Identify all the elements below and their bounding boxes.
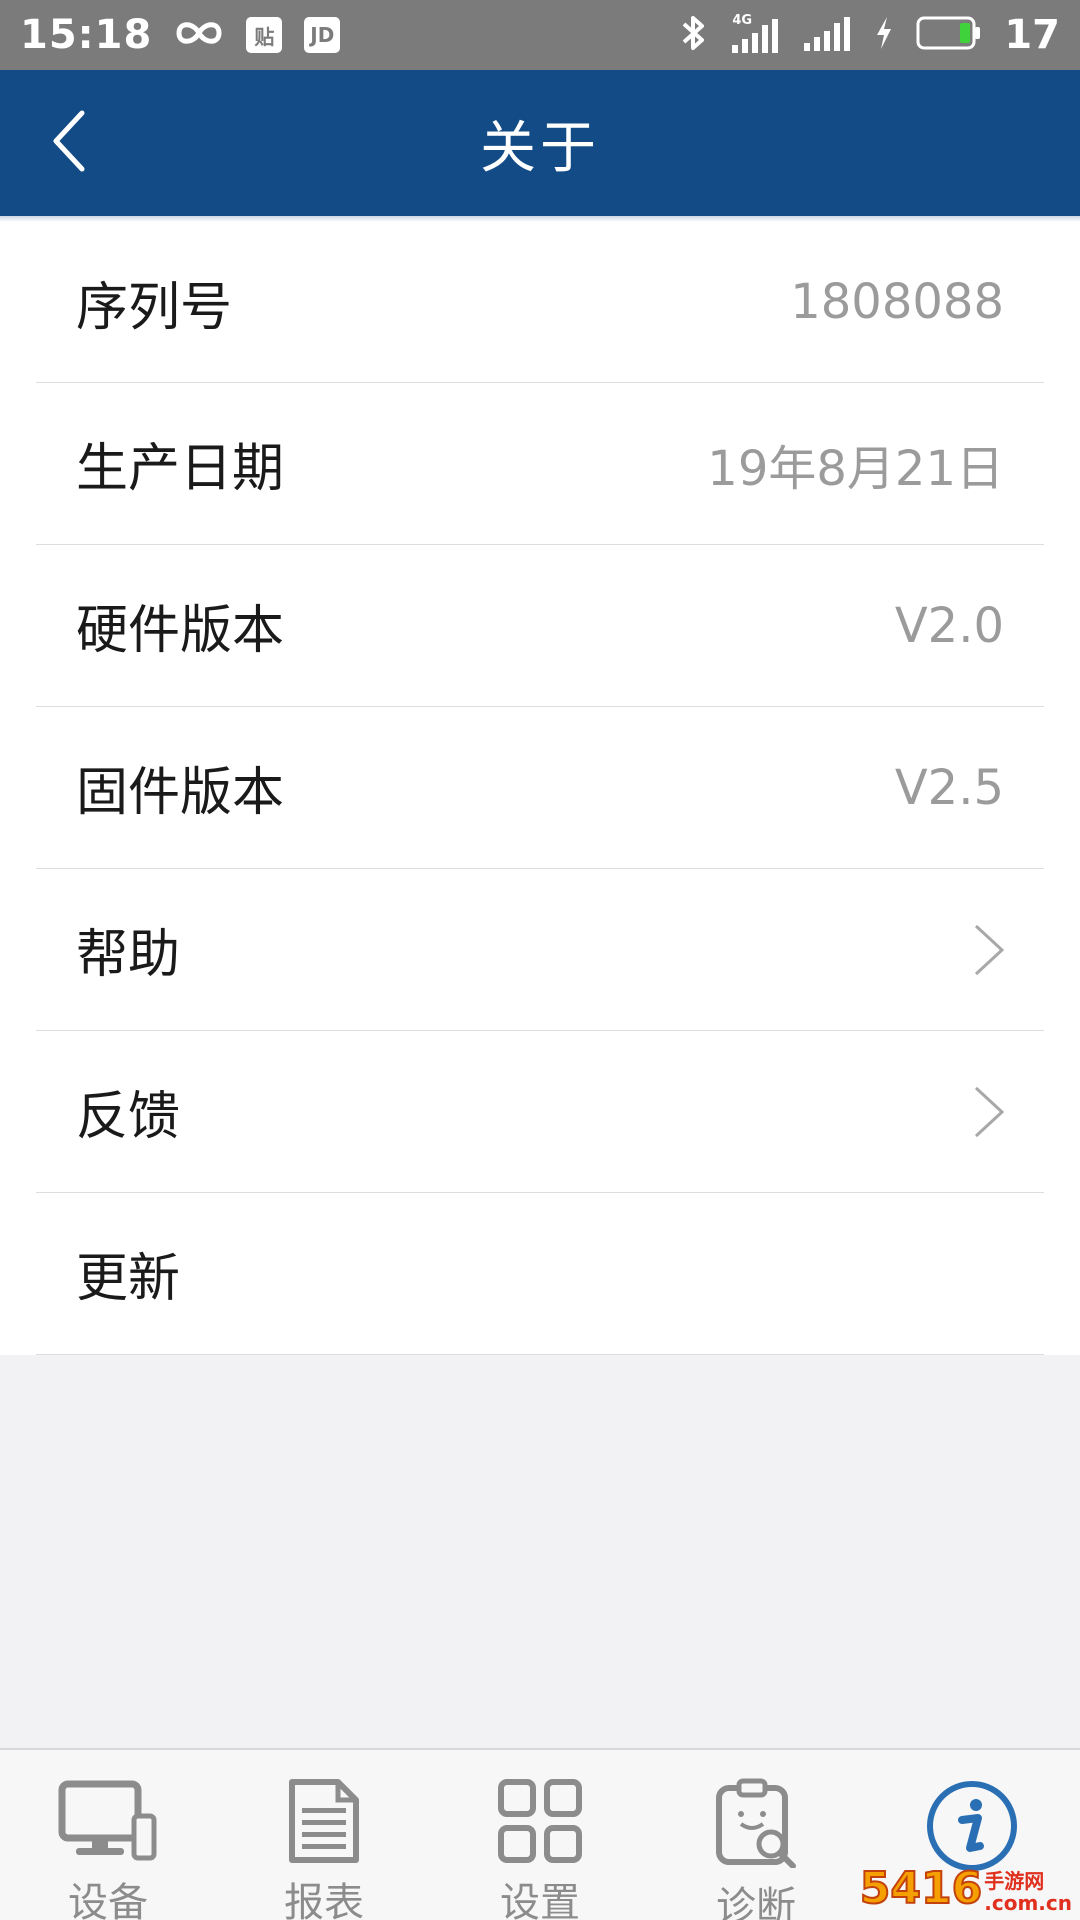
chevron-right-icon: [972, 922, 1044, 978]
page-title: 关于: [480, 115, 600, 181]
row-help[interactable]: 帮助: [36, 869, 1044, 1031]
device-icon: [58, 1778, 158, 1864]
about-screen: 15:18 贴 JD 4G 17 关于 序列号 1808088 生产日期 19年…: [0, 0, 1080, 1920]
signal-4g-icon: 4G: [730, 13, 780, 55]
row-value: 19年8月21日: [707, 440, 1004, 497]
watermark-sub-top: 手游网: [984, 1869, 1045, 1893]
battery-level: 17: [1004, 12, 1060, 58]
row-label: 反馈: [76, 1087, 181, 1147]
row-value: V2.5: [894, 759, 1004, 816]
row-serial-number: 序列号 1808088: [36, 222, 1044, 383]
row-label: 更新: [76, 1249, 181, 1309]
battery-icon: [916, 15, 982, 55]
chevron-left-icon: [50, 109, 90, 177]
nav-item-diagnosis[interactable]: 诊断: [648, 1750, 864, 1920]
row-firmware-version: 固件版本 V2.5: [36, 707, 1044, 869]
nav-label: 诊断: [716, 1884, 796, 1920]
row-label: 生产日期: [76, 439, 285, 499]
status-right: 4G 17: [678, 12, 1060, 58]
site-watermark: 5416 手游网 .com.cn: [859, 1862, 1072, 1915]
app-header: 关于: [0, 70, 1080, 216]
signal-icon: [802, 13, 852, 57]
about-list: 序列号 1808088 生产日期 19年8月21日 硬件版本 V2.0 固件版本…: [0, 222, 1080, 1355]
nav-item-device[interactable]: 设备: [0, 1750, 216, 1920]
nav-label: 报表: [284, 1880, 364, 1920]
status-left: 15:18 贴 JD: [20, 12, 341, 58]
jd-icon: JD: [304, 17, 341, 53]
grid-settings-icon: [497, 1778, 583, 1864]
row-feedback[interactable]: 反馈: [36, 1031, 1044, 1193]
nav-item-report[interactable]: 报表: [216, 1750, 432, 1920]
row-label: 硬件版本: [76, 601, 285, 661]
report-icon: [286, 1778, 362, 1864]
tieba-icon: 贴: [246, 17, 283, 53]
status-bar: 15:18 贴 JD 4G 17: [0, 0, 1080, 70]
chevron-right-icon: [972, 1084, 1044, 1140]
nav-label: 设备: [68, 1880, 148, 1920]
infinity-icon: [174, 18, 224, 52]
watermark-text: 手游网 .com.cn: [984, 1870, 1072, 1914]
charging-icon: [874, 15, 894, 55]
row-hardware-version: 硬件版本 V2.0: [36, 545, 1044, 707]
row-production-date: 生产日期 19年8月21日: [36, 383, 1044, 545]
row-label: 帮助: [76, 925, 181, 985]
row-value: 1808088: [790, 274, 1004, 330]
row-label: 固件版本: [76, 763, 285, 823]
diagnosis-icon: [713, 1778, 799, 1868]
info-icon: [924, 1778, 1020, 1874]
row-label: 序列号: [76, 277, 233, 338]
nav-item-settings[interactable]: 设置: [432, 1750, 648, 1920]
watermark-sub-bottom: .com.cn: [984, 1891, 1072, 1915]
back-button[interactable]: [30, 100, 110, 186]
nav-label: 设置: [500, 1880, 580, 1920]
row-update[interactable]: 更新: [36, 1193, 1044, 1355]
status-time: 15:18: [20, 12, 153, 58]
bluetooth-icon: [678, 13, 708, 57]
watermark-number: 5416: [859, 1862, 983, 1915]
row-value: V2.0: [894, 597, 1004, 654]
